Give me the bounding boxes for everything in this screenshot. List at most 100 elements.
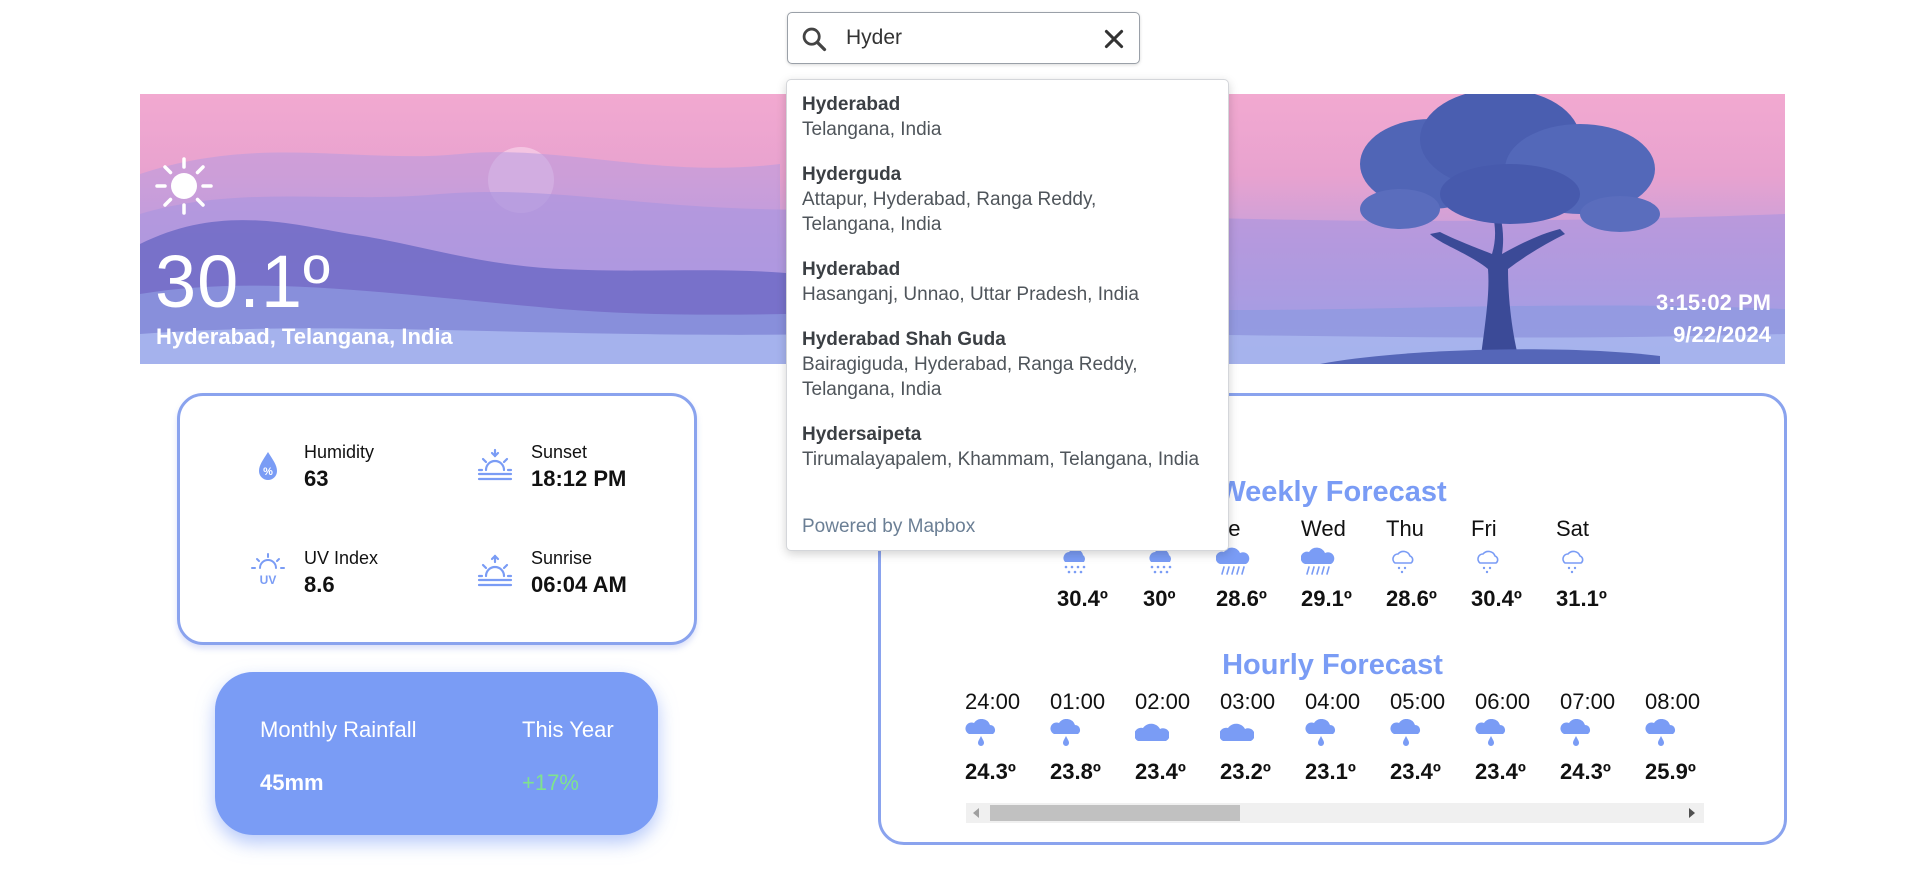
hourly-time: 06:00 xyxy=(1475,689,1531,714)
hourly-item: 24:00 24.3º xyxy=(965,689,1045,785)
weekly-day: Fri 30.4º xyxy=(1471,516,1551,612)
sunset-value: 18:12 PM xyxy=(531,466,627,491)
search-input[interactable] xyxy=(846,25,1086,51)
hourly-time: 05:00 xyxy=(1390,689,1446,714)
humidity-label: Humidity xyxy=(304,442,375,462)
sunrise-icon xyxy=(477,554,513,587)
rainfall-label: Monthly Rainfall xyxy=(260,717,417,742)
suggestion-item[interactable]: Hyderabad Hasanganj, Unnao, Uttar Prades… xyxy=(802,258,1212,307)
hourly-item: 06:00 23.4º xyxy=(1475,689,1555,785)
scrollbar-thumb[interactable] xyxy=(990,805,1240,821)
snow-light-icon xyxy=(1477,550,1499,574)
weekly-day: Wed 29.1º xyxy=(1301,516,1381,612)
suggestion-name: Hyderabad Shah Guda xyxy=(802,329,1006,350)
rain-drop-icon xyxy=(1390,719,1420,746)
weekly-day-name: Sat xyxy=(1556,516,1590,541)
hourly-item: 03:00 23.2º xyxy=(1220,689,1300,785)
current-date: 9/22/2024 xyxy=(1673,322,1771,347)
rain-drop-icon xyxy=(1305,719,1335,746)
hourly-time: 24:00 xyxy=(965,689,1021,714)
weekly-temp: 28.6º xyxy=(1216,586,1267,611)
weekly-day: Thu 28.6º xyxy=(1386,516,1466,612)
rain-drop-icon xyxy=(1645,719,1675,746)
cloud-icon xyxy=(1220,723,1254,741)
snow-light-icon xyxy=(1392,550,1414,574)
hourly-time: 02:00 xyxy=(1135,689,1191,714)
hourly-forecast-title: Hourly Forecast xyxy=(1222,649,1443,681)
hourly-scrollbar[interactable] xyxy=(966,803,1704,823)
hourly-time: 03:00 xyxy=(1220,689,1276,714)
suggestion-address: Bairagiguda, Hyderabad, Ranga Reddy, Tel… xyxy=(802,354,1138,400)
hourly-time: 01:00 xyxy=(1050,689,1106,714)
suggestion-item[interactable]: Hyderabad Shah Guda Bairagiguda, Hyderab… xyxy=(802,328,1212,402)
weekly-temp: 28.6º xyxy=(1386,586,1437,611)
sunrise-value: 06:04 AM xyxy=(531,572,627,597)
weekly-temp: 30.4º xyxy=(1471,586,1522,611)
hourly-item: 02:00 23.4º xyxy=(1135,689,1215,785)
svg-text:%: % xyxy=(263,466,273,478)
suggestion-item[interactable]: Hyderabad Telangana, India xyxy=(802,93,1212,142)
hourly-temp: 24.3º xyxy=(1560,759,1611,784)
suggestion-address: Attapur, Hyderabad, Ranga Reddy, Telanga… xyxy=(802,189,1097,235)
rain-heavy-icon xyxy=(1301,547,1335,575)
suggestion-name: Hydersaipeta xyxy=(802,424,922,445)
rain-drop-icon xyxy=(965,719,995,746)
monthly-rainfall-card: Monthly Rainfall This Year 45mm +17% xyxy=(215,672,658,835)
scroll-right-icon[interactable] xyxy=(1688,807,1696,819)
weekly-temp: 29.1º xyxy=(1301,586,1352,611)
suggestion-address: Tirumalayapalem, Khammam, Telangana, Ind… xyxy=(802,449,1200,470)
mapbox-attribution-link[interactable]: Powered by Mapbox xyxy=(802,516,975,538)
rainfall-value: 45mm xyxy=(260,770,324,795)
suggestion-name: Hyderguda xyxy=(802,164,902,185)
suggestion-name: Hyderabad xyxy=(802,259,901,280)
sunset-icon xyxy=(477,448,513,481)
hourly-temp: 23.2º xyxy=(1220,759,1271,784)
hourly-temp: 25.9º xyxy=(1645,759,1696,784)
current-time: 3:15:02 PM xyxy=(1656,290,1771,315)
hourly-time: 07:00 xyxy=(1560,689,1616,714)
search-box[interactable] xyxy=(787,12,1140,64)
rain-drop-icon xyxy=(1475,719,1505,746)
hourly-temp: 24.3º xyxy=(965,759,1016,784)
hourly-temp: 23.1º xyxy=(1305,759,1356,784)
scroll-left-icon[interactable] xyxy=(972,807,980,819)
current-location: Hyderabad, Telangana, India xyxy=(156,324,453,349)
weekly-day: Sat 31.1º xyxy=(1556,516,1636,612)
uv-index-value: 8.6 xyxy=(304,572,335,597)
suggestion-name: Hyderabad xyxy=(802,94,901,115)
search-suggestions: Hyderabad Telangana, India Hyderguda Att… xyxy=(786,79,1229,551)
hourly-item: 04:00 23.1º xyxy=(1305,689,1385,785)
cloud-icon xyxy=(1135,723,1169,741)
hourly-item: 07:00 24.3º xyxy=(1560,689,1640,785)
hourly-item: 08:00 25.9º xyxy=(1645,689,1725,785)
close-icon[interactable] xyxy=(1101,26,1127,52)
weather-details-card: % Humidity 63 Sunset 18:12 PM UV UV Inde… xyxy=(177,393,697,645)
hourly-time: 08:00 xyxy=(1645,689,1701,714)
rain-drop-icon xyxy=(1050,719,1080,746)
snow-light-icon xyxy=(1562,550,1584,574)
suggestion-address: Telangana, India xyxy=(802,119,942,140)
sunrise-label: Sunrise xyxy=(531,548,593,568)
sun-icon xyxy=(155,157,213,215)
suggestion-item[interactable]: Hyderguda Attapur, Hyderabad, Ranga Redd… xyxy=(802,163,1212,237)
humidity-icon: % xyxy=(259,452,277,480)
hourly-time: 04:00 xyxy=(1305,689,1361,714)
humidity-value: 63 xyxy=(304,466,329,491)
weekly-temp: 30.4º xyxy=(1057,586,1108,611)
uv-index-label: UV Index xyxy=(304,548,379,568)
sunset-label: Sunset xyxy=(531,442,588,462)
weekly-temp: 31.1º xyxy=(1556,586,1607,611)
rain-drop-icon xyxy=(1560,719,1590,746)
hourly-temp: 23.4º xyxy=(1475,759,1526,784)
suggestion-item[interactable]: Hydersaipeta Tirumalayapalem, Khammam, T… xyxy=(802,423,1212,472)
rainfall-period: This Year xyxy=(522,717,614,742)
hourly-item: 01:00 23.8º xyxy=(1050,689,1130,785)
weekly-day-name: Thu xyxy=(1386,516,1424,541)
svg-text:UV: UV xyxy=(260,573,277,587)
uv-icon: UV xyxy=(251,553,285,587)
weekly-day-name: Wed xyxy=(1301,516,1346,541)
suggestion-address: Hasanganj, Unnao, Uttar Pradesh, India xyxy=(802,284,1139,305)
weekly-temp: 30º xyxy=(1143,586,1176,611)
rainfall-change: +17% xyxy=(522,770,579,795)
current-temperature: 30.1º xyxy=(155,240,332,323)
